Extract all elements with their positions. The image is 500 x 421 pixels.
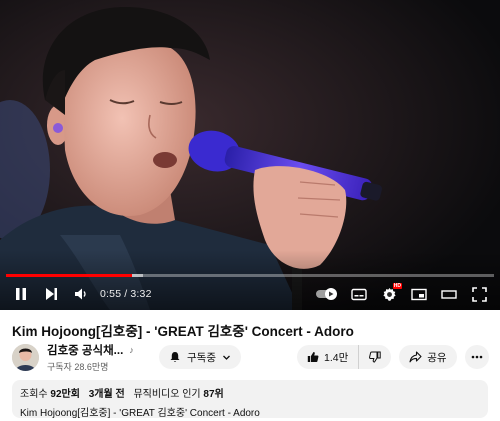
share-button[interactable]: 공유 — [399, 345, 457, 369]
miniplayer-button[interactable] — [404, 281, 434, 307]
views-label: 조회수 — [20, 389, 48, 400]
chart-rank: 87위 — [203, 389, 224, 400]
dislike-button[interactable] — [358, 345, 391, 369]
next-icon — [46, 288, 57, 300]
time-display: 0:55/3:32 — [100, 288, 152, 300]
channel-avatar[interactable] — [12, 343, 39, 371]
theater-icon — [441, 289, 457, 299]
player-controls: 0:55/3:32 HD — [0, 281, 500, 307]
played-bar — [6, 274, 133, 277]
volume-button[interactable] — [66, 281, 96, 307]
video-player[interactable]: 0:55/3:32 HD — [0, 0, 500, 310]
fullscreen-icon — [471, 286, 487, 302]
time-separator: / — [124, 288, 128, 300]
subtitles-button[interactable] — [344, 281, 374, 307]
description-meta: 조회수 92만회 3개월 전 뮤직비디오 인기 87위 — [20, 385, 480, 400]
bell-icon — [170, 352, 180, 362]
like-count: 1.4만 — [323, 351, 349, 364]
video-title: Kim Hojoong[김호중] - 'GREAT 김호중' Concert -… — [12, 324, 354, 339]
duration: 3:32 — [130, 288, 152, 300]
next-button[interactable] — [36, 281, 66, 307]
avatar-image — [12, 343, 39, 371]
progress-bar[interactable] — [6, 274, 494, 277]
share-icon — [409, 351, 422, 363]
channel-info[interactable]: 김호중 공식채... ♪ 구독자 28.6만명 — [47, 342, 145, 373]
like-button[interactable]: 1.4만 — [297, 345, 358, 369]
current-time: 0:55 — [100, 288, 122, 300]
autoplay-toggle-icon — [316, 288, 337, 300]
subscribed-button[interactable]: 구독중 — [159, 345, 241, 369]
more-actions-button[interactable] — [464, 345, 489, 369]
chevron-down-icon — [223, 355, 230, 360]
channel-name-line: 김호중 공식채... ♪ — [47, 342, 145, 358]
autoplay-toggle[interactable] — [310, 281, 344, 307]
like-dislike-group: 1.4만 — [296, 345, 392, 369]
description-box[interactable]: 조회수 92만회 3개월 전 뮤직비디오 인기 87위 Kim Hojoong[… — [12, 380, 488, 419]
hd-badge: HD — [392, 283, 402, 289]
description-text: Kim Hojoong[김호중] - 'GREAT 김호중' Concert -… — [20, 408, 260, 419]
pause-icon — [16, 288, 26, 300]
view-count: 92만회 — [50, 389, 80, 400]
subtitles-icon — [351, 288, 367, 300]
subscriber-count: 구독자 28.6만명 — [47, 361, 109, 372]
subscribed-label: 구독중 — [187, 351, 216, 364]
settings-button[interactable]: HD — [374, 281, 404, 307]
channel-name: 김호중 공식채... — [47, 344, 124, 357]
miniplayer-icon — [411, 288, 427, 300]
pause-button[interactable] — [6, 281, 36, 307]
share-label: 공유 — [427, 351, 447, 364]
upload-age: 3개월 전 — [88, 389, 125, 400]
chart-category: 뮤직비디오 인기 — [133, 389, 201, 400]
channel-row: 김호중 공식채... ♪ 구독자 28.6만명 구독중 1.4만 공유 — [12, 341, 492, 373]
music-note-icon: ♪ — [129, 344, 134, 355]
thumbs-up-icon — [307, 352, 319, 362]
fullscreen-button[interactable] — [464, 281, 494, 307]
more-horizontal-icon — [471, 355, 482, 359]
thumbs-down-icon — [369, 351, 381, 363]
volume-icon — [75, 288, 86, 300]
theater-mode-button[interactable] — [434, 281, 464, 307]
